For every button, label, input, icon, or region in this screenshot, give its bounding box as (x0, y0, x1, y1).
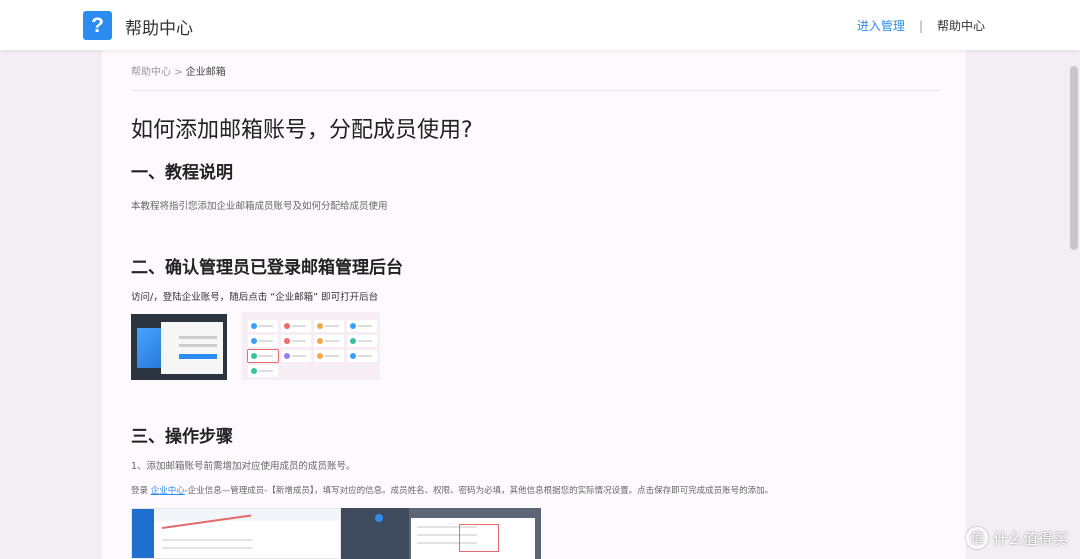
watermark: 值 什么值得买 (965, 527, 1068, 549)
watermark-text: 什么值得买 (992, 529, 1068, 548)
app-grid-screenshot (242, 312, 380, 380)
section3-step1: 1、添加邮箱账号前需增加对应使用成员的成员账号。 (131, 461, 356, 472)
section3-heading: 三、操作步骤 (131, 427, 233, 447)
login-field (179, 336, 217, 339)
app-tile (248, 335, 278, 347)
app-tile (281, 320, 311, 332)
dashboard-row (162, 547, 252, 549)
app-tile (314, 335, 344, 347)
article-title: 如何添加邮箱账号，分配成员使用? (131, 118, 473, 143)
highlight-box (459, 524, 499, 552)
app-tile (281, 335, 311, 347)
top-nav: 进入管理 | 帮助中心 (857, 17, 985, 34)
app-tile (347, 350, 377, 362)
app-tile (314, 320, 344, 332)
avatar (375, 514, 383, 522)
watermark-logo-icon: 值 (965, 527, 988, 549)
login-window (161, 322, 223, 374)
dashboard-sidebar (132, 509, 154, 558)
app-tile (347, 335, 377, 347)
nav-separator: | (918, 18, 923, 33)
app-tile (347, 320, 377, 332)
section3-step1-detail: 登录 企业中心-企业信息—管理成员-【新增成员】，填写对应的信息。成员姓名、权限… (131, 484, 773, 496)
app-tile-highlighted (247, 349, 279, 363)
breadcrumb-separator: > (174, 67, 183, 78)
section1-heading: 一、教程说明 (131, 163, 233, 183)
brand-title[interactable]: 帮助中心 (125, 14, 193, 39)
step1-detail-suffix: -企业信息—管理成员-【新增成员】，填写对应的信息。成员姓名、权限、密码为必填，… (184, 486, 774, 496)
app-tile (248, 365, 278, 377)
breadcrumb-current: 企业邮箱 (185, 67, 226, 78)
breadcrumb-root[interactable]: 帮助中心 (131, 67, 171, 78)
member-form-screenshot (341, 508, 541, 559)
section2-heading: 二、确认管理员已登录邮箱管理后台 (131, 258, 403, 278)
app-tile (248, 320, 278, 332)
help-logo-icon[interactable]: ? (83, 11, 112, 40)
login-screenshot (131, 314, 227, 380)
top-navbar: ? 帮助中心 进入管理 | 帮助中心 (0, 0, 1080, 50)
app-grid (247, 320, 377, 377)
section1-text: 本教程将指引您添加企业邮箱成员账号及如何分配给成员使用 (131, 201, 388, 212)
app-tile (314, 350, 344, 362)
app-tile (281, 350, 311, 362)
enterprise-center-link[interactable]: 企业中心 (151, 486, 185, 496)
breadcrumb: 帮助中心 > 企业邮箱 (131, 63, 226, 78)
login-field (179, 344, 217, 347)
section2-text: 访问/，登陆企业账号，随后点击 “企业邮箱” 即可打开后台 (131, 292, 379, 303)
article-container: 帮助中心 > 企业邮箱 如何添加邮箱账号，分配成员使用? 一、教程说明 本教程将… (102, 50, 966, 559)
login-button-preview (179, 354, 217, 359)
dashboard-row (162, 539, 252, 541)
dashboard-screenshot (131, 508, 341, 559)
step1-detail-prefix: 登录 (131, 486, 151, 496)
breadcrumb-divider (131, 90, 941, 91)
help-center-link[interactable]: 帮助中心 (937, 17, 985, 34)
page-scrollbar[interactable] (1070, 66, 1078, 250)
enter-admin-link[interactable]: 进入管理 (857, 17, 905, 34)
